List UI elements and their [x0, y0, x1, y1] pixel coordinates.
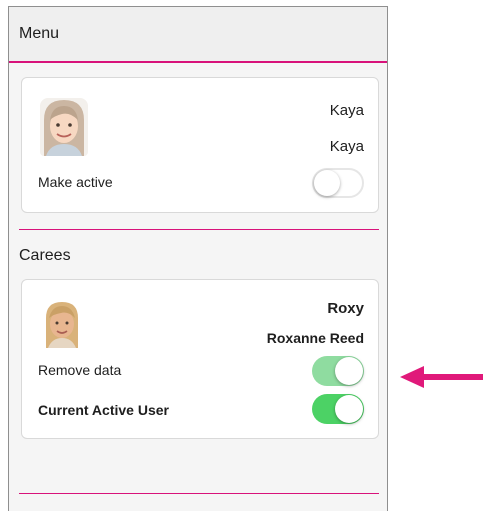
caree-card: Roxy Roxanne Reed Remove data Current Ac… — [21, 279, 379, 439]
bottom-divider — [19, 493, 379, 494]
user-name: Kaya — [329, 102, 364, 119]
current-user-card: Kaya Kaya Make active — [21, 77, 379, 213]
app-header: Menu — [9, 7, 387, 63]
carees-section-title: Carees — [19, 247, 71, 264]
make-active-label: Make active — [38, 174, 113, 190]
app-screen: Menu Kaya Kaya Make active Carees Roxy R… — [8, 6, 388, 511]
kaya-avatar-icon — [40, 98, 88, 156]
caree-nickname: Roxy — [327, 300, 364, 317]
caree-full-name: Roxanne Reed — [266, 330, 364, 346]
annotation-arrow-icon — [400, 366, 483, 388]
make-active-toggle[interactable] — [312, 168, 364, 198]
section-divider — [19, 229, 379, 230]
roxy-avatar-icon — [40, 300, 84, 348]
toggle-knob — [335, 357, 363, 385]
current-active-user-label: Current Active User — [38, 402, 169, 418]
toggle-knob — [314, 170, 340, 196]
remove-data-toggle[interactable] — [312, 356, 364, 386]
remove-data-label: Remove data — [38, 362, 122, 378]
user-display-name: Kaya — [329, 138, 364, 155]
toggle-knob — [335, 395, 363, 423]
current-active-user-toggle[interactable] — [312, 394, 364, 424]
header-title: Menu — [19, 25, 60, 42]
